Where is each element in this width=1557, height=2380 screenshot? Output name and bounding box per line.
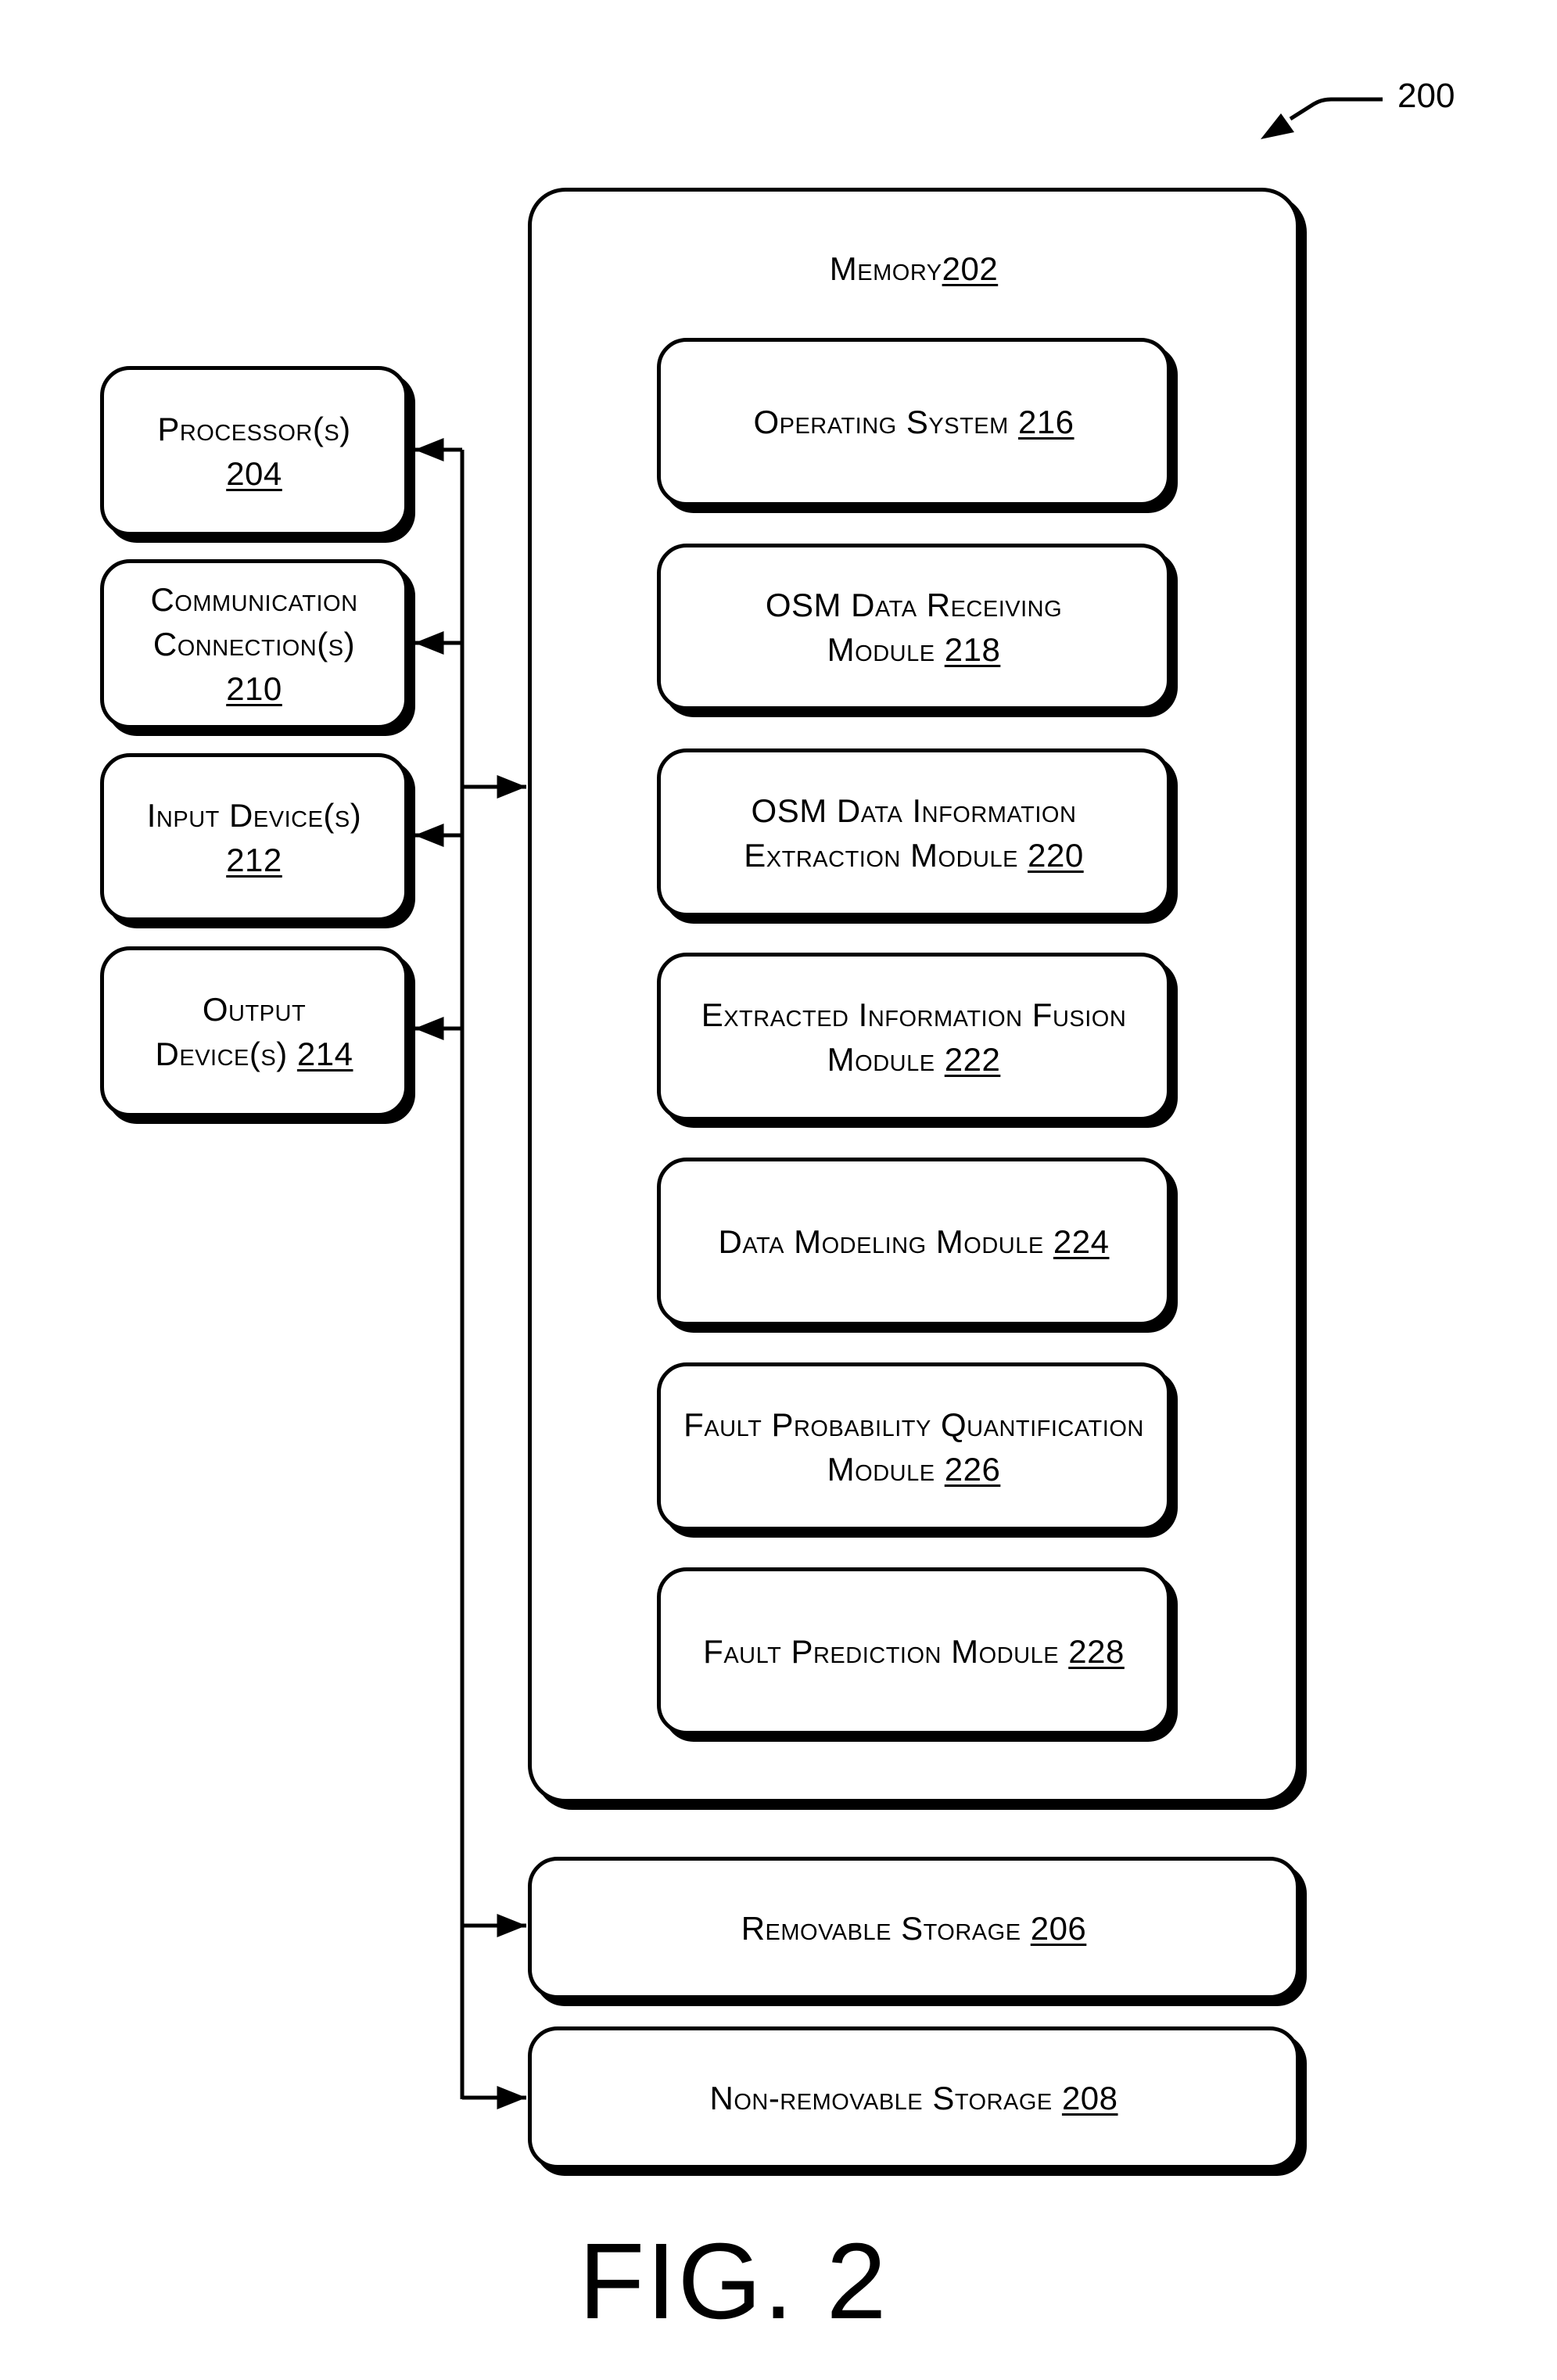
processor-label: Processor(s) 204 bbox=[157, 410, 351, 492]
module-data-modeling: Data Modeling Module 224 bbox=[657, 1158, 1171, 1326]
module-operating-system-label: Operating System 216 bbox=[753, 404, 1074, 440]
processor-box: Processor(s) 204 bbox=[100, 366, 408, 536]
module-operating-system-ref: 216 bbox=[1017, 404, 1074, 440]
module-extracted-information-fusion: Extracted Information Fusion Module 222 bbox=[657, 953, 1171, 1121]
module-fault-probability-quantification: Fault Probability Quantification Module … bbox=[657, 1362, 1171, 1531]
module-extracted-information-fusion-ref: 222 bbox=[944, 1040, 1001, 1078]
removable-storage-ref: 206 bbox=[1030, 1909, 1087, 1947]
nonremovable-storage-ref: 208 bbox=[1061, 2079, 1118, 2116]
figure-reference-arrowhead bbox=[1261, 113, 1294, 139]
module-fault-probability-quantification-label: Fault Probability Quantification Module … bbox=[683, 1405, 1144, 1488]
input-device-label: Input Device(s) 212 bbox=[146, 796, 362, 878]
module-osm-data-receiving-label: OSM Data Receiving Module 218 bbox=[765, 586, 1063, 668]
input-device-ref: 212 bbox=[226, 841, 282, 878]
communication-connection-label: Communication Connection(s) 210 bbox=[150, 581, 358, 707]
module-osm-data-receiving: OSM Data Receiving Module 218 bbox=[657, 544, 1171, 710]
module-data-modeling-label: Data Modeling Module 224 bbox=[718, 1223, 1110, 1260]
memory-title: Memory202 bbox=[829, 250, 999, 287]
removable-storage-box: Removable Storage 206 bbox=[528, 1857, 1300, 1999]
nonremovable-storage-box: Non-removable Storage 208 bbox=[528, 2026, 1300, 2169]
communication-connection-box: Communication Connection(s) 210 bbox=[100, 559, 408, 729]
figure-reference-number: 200 bbox=[1397, 77, 1455, 115]
figure-caption: FIG. 2 bbox=[579, 2221, 888, 2342]
module-fault-prediction-label: Fault Prediction Module 228 bbox=[703, 1632, 1125, 1670]
module-fault-probability-quantification-ref: 226 bbox=[944, 1450, 1001, 1488]
module-osm-data-information-extraction: OSM Data Information Extraction Module 2… bbox=[657, 748, 1171, 917]
figure-reference-leader bbox=[1289, 97, 1383, 121]
module-data-modeling-ref: 224 bbox=[1053, 1223, 1110, 1260]
output-device-label: Output Device(s) 214 bbox=[155, 991, 353, 1072]
memory-ref: 202 bbox=[942, 250, 999, 287]
removable-storage-label: Removable Storage 206 bbox=[741, 1909, 1087, 1947]
module-operating-system: Operating System 216 bbox=[657, 338, 1171, 506]
module-extracted-information-fusion-label: Extracted Information Fusion Module 222 bbox=[701, 996, 1127, 1078]
processor-ref: 204 bbox=[226, 454, 282, 492]
output-device-box: Output Device(s) 214 bbox=[100, 946, 408, 1117]
module-osm-data-information-extraction-ref: 220 bbox=[1028, 836, 1084, 874]
module-fault-prediction: Fault Prediction Module 228 bbox=[657, 1567, 1171, 1735]
input-device-box: Input Device(s) 212 bbox=[100, 753, 408, 921]
communication-connection-ref: 210 bbox=[226, 670, 282, 707]
module-osm-data-information-extraction-label: OSM Data Information Extraction Module 2… bbox=[744, 792, 1084, 874]
output-device-ref: 214 bbox=[296, 1036, 353, 1072]
nonremovable-storage-label: Non-removable Storage 208 bbox=[709, 2079, 1118, 2116]
module-fault-prediction-ref: 228 bbox=[1068, 1632, 1125, 1670]
module-osm-data-receiving-ref: 218 bbox=[944, 630, 1001, 668]
